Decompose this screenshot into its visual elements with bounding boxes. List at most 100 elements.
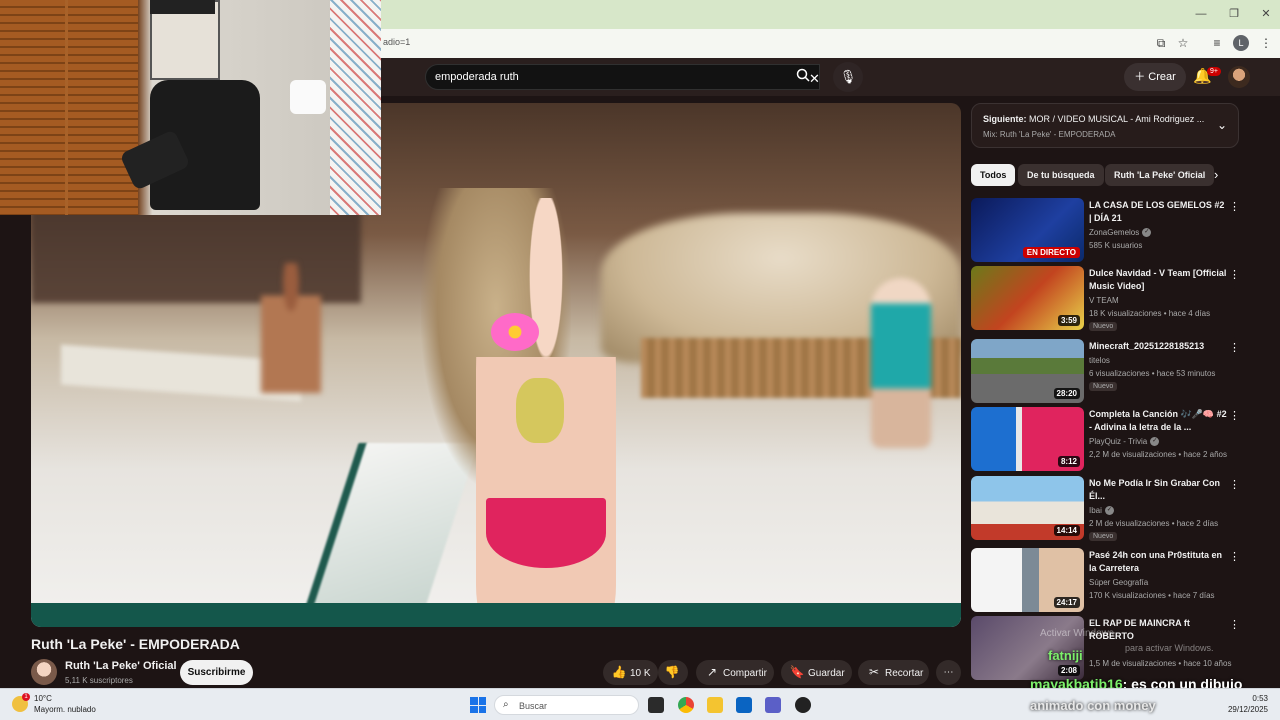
- webcam-wardrobe-door: [0, 0, 65, 215]
- create-label: Crear: [1148, 71, 1176, 83]
- browser-tab-bar: — ❐ ✕: [381, 0, 1280, 29]
- file-explorer-icon[interactable]: [707, 697, 723, 713]
- up-next-panel[interactable]: Siguiente: MOR / VIDEO MUSICAL - Ami Rod…: [971, 103, 1239, 148]
- recommendation-title[interactable]: Completa la Canción 🎶🎤🧠 #2 - Adivina la …: [1089, 408, 1229, 434]
- video-thumbnail[interactable]: 28:20: [971, 339, 1084, 403]
- new-badge: Nuevo: [1089, 382, 1118, 391]
- recommendation-item[interactable]: 14:14 No Me Podía Ir Sin Grabar Con Él..…: [971, 476, 1261, 541]
- video-duration: 24:17: [1053, 597, 1080, 608]
- chip-from-search[interactable]: De tu búsqueda: [1018, 164, 1104, 186]
- thumbs-down-icon: 👎: [664, 665, 680, 679]
- video-thumbnail[interactable]: 3:59: [971, 266, 1084, 330]
- more-vertical-icon[interactable]: ⋮: [1229, 618, 1240, 631]
- like-button[interactable]: 👍 10 K: [603, 660, 658, 685]
- browser-address-bar[interactable]: adio=1 ⧉ ☆ ≡ L ⋮: [381, 29, 1280, 58]
- chevron-down-icon[interactable]: ⌄: [1217, 118, 1227, 132]
- search-query[interactable]: empoderada ruth: [435, 71, 519, 83]
- clock-time[interactable]: 0:53: [1224, 694, 1268, 703]
- task-view-icon[interactable]: [648, 697, 664, 713]
- streamer-webcam: [0, 0, 381, 215]
- recommendation-channel[interactable]: Ibai ✓: [1089, 506, 1114, 516]
- chrome-icon[interactable]: [678, 697, 694, 713]
- microphone-icon[interactable]: 🎙: [833, 62, 863, 92]
- install-app-icon[interactable]: ⧉: [1153, 35, 1169, 51]
- recommendation-title[interactable]: Minecraft_20251228185213: [1089, 340, 1229, 353]
- recommendation-channel[interactable]: V TEAM: [1089, 296, 1119, 305]
- video-frame-walker: [871, 278, 931, 448]
- bookmark-star-icon[interactable]: ☆: [1175, 35, 1191, 51]
- subscriber-count: 5,11 K suscriptores: [65, 676, 133, 685]
- channel-name[interactable]: Ruth 'La Peke' Oficial: [65, 660, 177, 672]
- like-count: 10 K: [630, 668, 651, 679]
- recommendation-title[interactable]: Dulce Navidad - V Team [Official Music V…: [1089, 267, 1229, 293]
- chip-channel[interactable]: Ruth 'La Peke' Oficial: [1105, 164, 1215, 186]
- weather-condition[interactable]: Mayorm. nublado: [34, 705, 96, 714]
- obs-icon[interactable]: [795, 697, 811, 713]
- share-button[interactable]: ↗ Compartir: [696, 660, 774, 685]
- verified-icon: ✓: [1142, 228, 1152, 238]
- maximize-icon[interactable]: ❐: [1226, 6, 1242, 22]
- more-actions-button[interactable]: ⋯: [936, 660, 961, 685]
- windows-start-icon[interactable]: [470, 697, 486, 713]
- clip-label: Recortar: [885, 668, 924, 679]
- up-next-title: Siguiente: MOR / VIDEO MUSICAL - Ami Rod…: [983, 114, 1204, 124]
- recommendation-title[interactable]: No Me Podía Ir Sin Grabar Con Él...: [1089, 477, 1229, 503]
- video-thumbnail[interactable]: 14:14: [971, 476, 1084, 540]
- more-vertical-icon[interactable]: ⋮: [1229, 341, 1240, 354]
- recommendation-channel[interactable]: Súper Geografía: [1089, 578, 1148, 587]
- save-button[interactable]: 🔖 Guardar: [781, 660, 852, 685]
- recommendation-channel[interactable]: ZonaGemelos ✓: [1089, 228, 1152, 238]
- recommendation-title[interactable]: LA CASA DE LOS GEMELOS #2 | DÍA 21: [1089, 199, 1229, 225]
- chevron-right-icon[interactable]: ›: [1214, 167, 1218, 182]
- more-vertical-icon[interactable]: ⋮: [1229, 200, 1240, 213]
- recommendation-meta: 6 visualizaciones • hace 53 minutos: [1089, 369, 1216, 378]
- close-window-icon[interactable]: ✕: [1258, 6, 1274, 22]
- recommendation-meta: 1,5 M de visualizaciones • hace 10 años: [1089, 659, 1232, 668]
- video-thumbnail[interactable]: 24:17: [971, 548, 1084, 612]
- search-input[interactable]: empoderada ruth ✕: [425, 64, 820, 90]
- up-next-video-title: MOR / VIDEO MUSICAL - Ami Rodriguez ...: [1029, 114, 1205, 124]
- minimize-icon[interactable]: —: [1193, 6, 1209, 22]
- create-button[interactable]: ＋ Crear: [1124, 63, 1186, 91]
- reading-list-icon[interactable]: ≡: [1209, 35, 1225, 51]
- chip-all[interactable]: Todos: [971, 164, 1016, 186]
- recommendation-channel[interactable]: titelos: [1089, 356, 1110, 365]
- more-vertical-icon[interactable]: ⋮: [1229, 550, 1240, 563]
- thumbs-up-icon: 👍: [611, 665, 627, 679]
- recommendation-channel[interactable]: PlayQuiz - Trivia ✓: [1089, 437, 1160, 447]
- clock-date[interactable]: 29/12/2025: [1224, 705, 1268, 714]
- notification-count-badge: 9+: [1207, 67, 1221, 76]
- browser-profile-avatar[interactable]: L: [1233, 35, 1249, 51]
- url-text[interactable]: adio=1: [383, 37, 410, 47]
- clip-button[interactable]: ✂ Recortar: [858, 660, 929, 685]
- chat-username: fatniji: [1048, 648, 1083, 663]
- verified-icon: ✓: [1104, 506, 1114, 516]
- search-icon[interactable]: [785, 64, 821, 90]
- activate-windows-watermark: Activar Windows: [1040, 628, 1114, 639]
- outlook-icon[interactable]: [736, 697, 752, 713]
- user-avatar[interactable]: [1228, 66, 1250, 88]
- temperature[interactable]: 10°C: [34, 694, 52, 703]
- recommendation-item[interactable]: 28:20 Minecraft_20251228185213 titelos 6…: [971, 339, 1261, 403]
- more-icon: ⋯: [943, 667, 954, 678]
- webcam-wardrobe-door: [68, 0, 138, 215]
- recommendation-title[interactable]: Pasé 24h con una Pr0stituta en la Carret…: [1089, 549, 1229, 575]
- recommendation-item[interactable]: 3:59 Dulce Navidad - V Team [Official Mu…: [971, 266, 1261, 331]
- youtube-masthead: empoderada ruth ✕ 🎙 ＋ Crear 🔔 9+: [381, 58, 1280, 96]
- video-thumbnail[interactable]: 8:12: [971, 407, 1084, 471]
- browser-menu-icon[interactable]: ⋮: [1258, 35, 1274, 51]
- video-thumbnail[interactable]: EN DIRECTO: [971, 198, 1084, 262]
- more-vertical-icon[interactable]: ⋮: [1229, 478, 1240, 491]
- recommendation-item[interactable]: 8:12 Completa la Canción 🎶🎤🧠 #2 - Adivin…: [971, 407, 1261, 471]
- subscribe-button[interactable]: Suscribirme: [180, 660, 253, 685]
- taskbar-search[interactable]: ⌕ Buscar: [494, 695, 639, 715]
- more-vertical-icon[interactable]: ⋮: [1229, 268, 1240, 281]
- recommendation-item[interactable]: 2:08 EL RAP DE MAINCRA ft ROBERTO 1,5 M …: [971, 616, 1261, 680]
- webcam-tv: [150, 0, 215, 14]
- dislike-button[interactable]: 👎: [658, 660, 688, 685]
- more-vertical-icon[interactable]: ⋮: [1229, 409, 1240, 422]
- teams-icon[interactable]: [765, 697, 781, 713]
- recommendation-item[interactable]: 24:17 Pasé 24h con una Pr0stituta en la …: [971, 548, 1261, 612]
- channel-avatar[interactable]: [31, 659, 57, 685]
- recommendation-item[interactable]: EN DIRECTO LA CASA DE LOS GEMELOS #2 | D…: [971, 198, 1261, 262]
